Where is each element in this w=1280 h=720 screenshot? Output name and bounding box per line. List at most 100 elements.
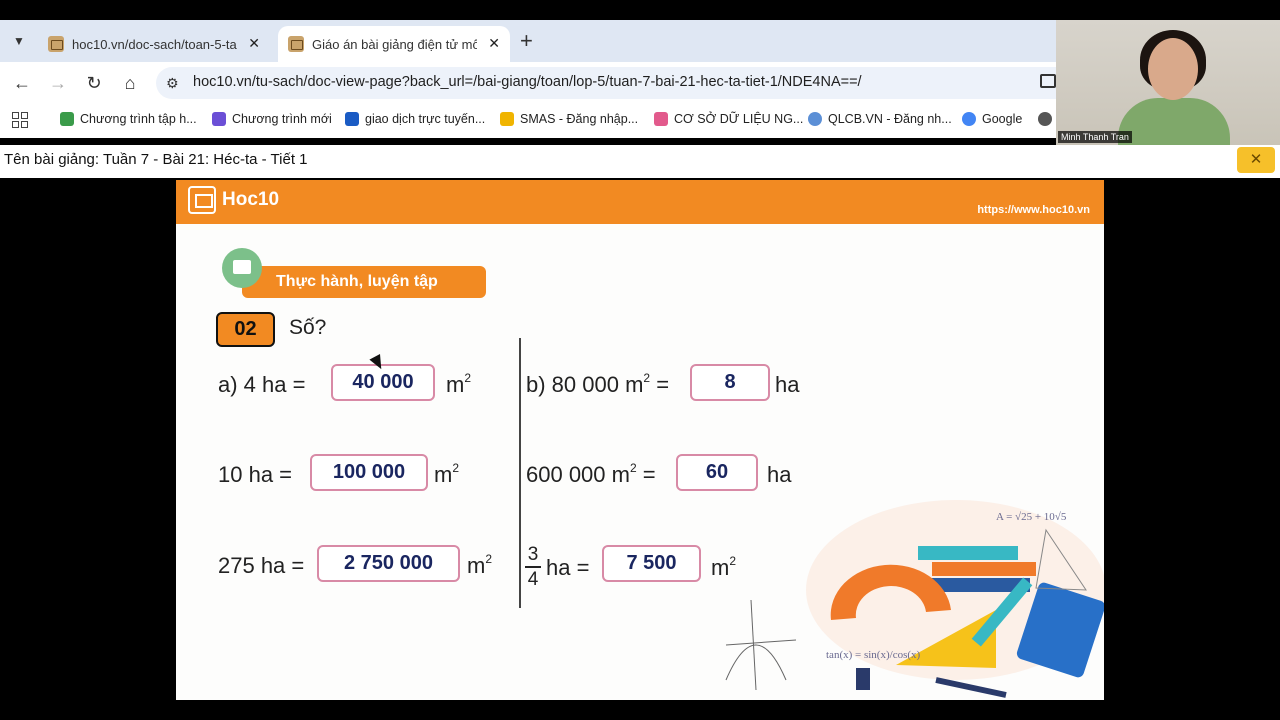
new-tab-plus-icon[interactable]: + — [520, 28, 533, 54]
lesson-title: Tên bài giảng: Tuần 7 - Bài 21: Héc-ta -… — [4, 151, 308, 168]
unit-text: m — [434, 462, 453, 487]
lesson-slide: Hoc10 https://www.hoc10.vn Thực hành, lu… — [176, 180, 1104, 700]
reload-icon[interactable]: ↻ — [83, 72, 105, 94]
tab-title: Giáo án bài giảng điện tử môn — [312, 36, 477, 52]
expr-right-1: b) 80 000 m2 = — [526, 370, 669, 398]
presenter-body — [1118, 98, 1230, 145]
bookmark-item[interactable]: giao dịch trực tuyến... — [345, 112, 485, 126]
back-arrow-icon[interactable]: ← — [11, 72, 33, 94]
bookmark-item[interactable]: Chương trình tập h... — [60, 112, 197, 126]
area-formula: A = √25 + 10√5 — [996, 511, 1067, 523]
answer-box: 7 500 — [602, 545, 701, 582]
globe-icon — [808, 112, 822, 126]
puzzle-icon — [212, 112, 226, 126]
expr-right-3: ha = — [546, 555, 589, 581]
tab-hoc10-doc-sach[interactable]: hoc10.vn/doc-sach/toan-5-tap- ✕ — [38, 26, 270, 62]
install-app-icon[interactable] — [1040, 74, 1056, 88]
tab-close-icon[interactable]: ✕ — [248, 35, 260, 52]
presenter-face — [1148, 38, 1198, 100]
superscript: 2 — [464, 370, 472, 385]
expr-text: b) 80 000 m — [526, 372, 644, 397]
url-text[interactable]: hoc10.vn/tu-sach/doc-view-page?back_url=… — [193, 74, 862, 90]
slide-header: Hoc10 https://www.hoc10.vn — [176, 180, 1104, 224]
expr-text: 600 000 m — [526, 462, 630, 487]
expr-left-2: 10 ha = — [218, 462, 292, 488]
answer-box: 60 — [676, 454, 758, 491]
frac-denominator: 4 — [527, 569, 539, 590]
frac-bar — [525, 566, 541, 568]
bookmark-item[interactable] — [1038, 112, 1058, 126]
equals-sign: = — [642, 462, 656, 487]
bookmark-label: Chương trình tập h... — [80, 112, 197, 126]
top-black-bar — [0, 0, 1280, 20]
tab-close-icon[interactable]: ✕ — [488, 35, 500, 52]
books-icon — [222, 248, 262, 288]
expr-text: a) 4 ha = — [218, 372, 306, 397]
answer-box: 8 — [690, 364, 770, 401]
webcam-video: Minh Thanh Tran — [1056, 20, 1280, 145]
bookmark-label: QLCB.VN - Đăng nh... — [828, 112, 952, 126]
forward-arrow-icon[interactable]: → — [47, 72, 69, 94]
bookmark-label: Google — [982, 112, 1023, 126]
unit-text: ha — [775, 372, 800, 397]
unit: ha — [767, 462, 791, 488]
answer-box: 2 750 000 — [317, 545, 460, 582]
bookmark-item[interactable]: Google — [962, 112, 1022, 126]
question-text: Số? — [289, 316, 327, 339]
bolt-icon — [500, 112, 514, 126]
unit: m2 — [467, 551, 493, 579]
expr-text: 275 ha = — [218, 553, 305, 578]
superscript: 2 — [643, 370, 651, 385]
column-divider — [519, 338, 521, 608]
bookmark-item[interactable]: Chương trình mới — [212, 112, 332, 126]
bookmark-item[interactable]: SMAS - Đăng nhập... — [500, 112, 638, 126]
browser-toolbar: ← → ↻ ⌂ ⚙ hoc10.vn/tu-sach/doc-view-page… — [0, 62, 1056, 104]
logo-text: Hoc10 — [222, 189, 280, 210]
bookmark-item[interactable]: QLCB.VN - Đăng nh... — [808, 112, 952, 126]
bookmark-label: CƠ SỞ DỮ LIỆU NG... — [674, 112, 804, 126]
bookmark-label: giao dịch trực tuyến... — [365, 112, 486, 126]
bookmark-label: SMAS - Đăng nhập... — [520, 112, 639, 126]
expr-text: ha = — [546, 555, 590, 580]
bookmark-item[interactable]: CƠ SỞ DỮ LIỆU NG... — [654, 112, 803, 126]
site-info-icon[interactable]: ⚙ — [166, 75, 179, 92]
trig-formula: tan(x) = sin(x)/cos(x) — [826, 649, 921, 661]
close-viewer-button[interactable]: ✕ — [1237, 147, 1275, 173]
tab-search-chevron-icon[interactable]: ▼ — [8, 30, 30, 52]
diamond-icon — [654, 112, 668, 126]
answer-box: 40 000 — [331, 364, 435, 401]
unit: m2 — [434, 460, 460, 488]
presenter-name: Minh Thanh Tran — [1058, 131, 1132, 143]
frac-numerator: 3 — [527, 544, 539, 565]
expr-left-3: 275 ha = — [218, 553, 304, 579]
expr-text: 10 ha = — [218, 462, 293, 487]
section-title: Thực hành, luyện tập — [242, 266, 486, 298]
tab-title: hoc10.vn/doc-sach/toan-5-tap- — [72, 36, 237, 52]
bookmark-label: Chương trình mới — [232, 112, 332, 126]
apps-grid-icon[interactable] — [12, 112, 28, 128]
unit-text: m — [467, 553, 486, 578]
unit-text: m — [446, 372, 465, 397]
expr-right-2: 600 000 m2 = — [526, 460, 656, 488]
bookmarks-bar: Chương trình tập h... Chương trình mới g… — [0, 104, 1056, 138]
hoc10-favicon-icon — [288, 36, 304, 52]
answer-box: 100 000 — [310, 454, 428, 491]
math-tools-illustration: tan(x) = sin(x)/cos(x) A = √25 + 10√5 — [725, 500, 1104, 698]
superscript: 2 — [452, 460, 460, 475]
superscript: 2 — [485, 551, 493, 566]
question-number: 02 — [216, 312, 275, 347]
site-url: https://www.hoc10.vn — [977, 204, 1090, 216]
expr-left-1: a) 4 ha = — [218, 372, 305, 398]
home-icon[interactable]: ⌂ — [119, 72, 141, 94]
unit: ha — [775, 372, 799, 398]
address-bar[interactable]: ⚙ hoc10.vn/tu-sach/doc-view-page?back_ur… — [156, 67, 1056, 99]
book-logo-icon — [188, 186, 216, 214]
unit-text: ha — [767, 462, 792, 487]
leaf-icon — [60, 112, 74, 126]
tab-giao-an[interactable]: Giáo án bài giảng điện tử môn ✕ — [278, 26, 510, 62]
superscript: 2 — [629, 460, 637, 475]
hoc10-logo: Hoc10 — [188, 186, 279, 214]
lesson-bar: Tên bài giảng: Tuần 7 - Bài 21: Héc-ta -… — [0, 145, 1280, 178]
fraction-three-quarters: 34 — [525, 544, 541, 590]
tab-strip: ▼ hoc10.vn/doc-sach/toan-5-tap- ✕ Giáo á… — [0, 20, 1056, 62]
